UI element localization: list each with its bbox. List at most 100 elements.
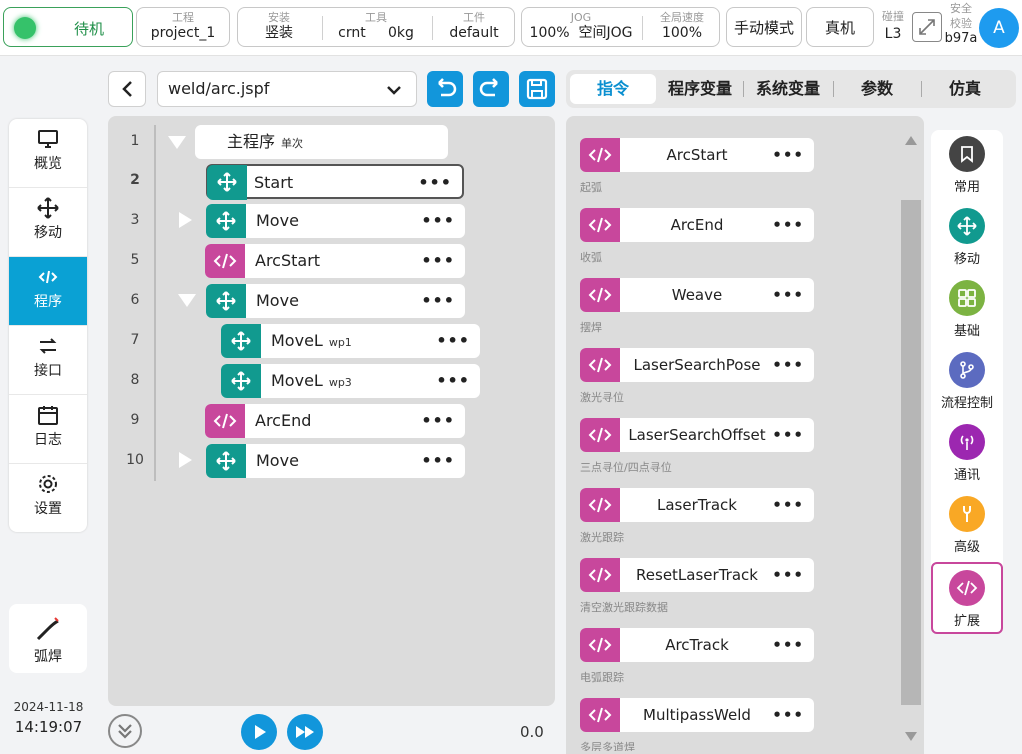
more-icon[interactable]: ••• bbox=[421, 204, 455, 238]
more-icon[interactable]: ••• bbox=[772, 138, 804, 172]
collapse-all-button[interactable] bbox=[108, 714, 142, 748]
command-desc: 摆焊 bbox=[580, 321, 602, 334]
scrollbar-thumb[interactable] bbox=[901, 200, 921, 705]
arc-weld-button[interactable]: 弧焊 bbox=[9, 604, 87, 673]
command-weave[interactable]: Weave ••• bbox=[580, 278, 814, 312]
fast-forward-button[interactable] bbox=[287, 714, 323, 750]
jog-speed: 100% bbox=[529, 25, 570, 41]
more-icon[interactable]: ••• bbox=[772, 628, 804, 662]
more-icon[interactable]: ••• bbox=[772, 208, 804, 242]
panel-tabs: 指令 程序变量 系统变量 参数 仿真 bbox=[566, 70, 1016, 108]
collapse-triangle-icon[interactable] bbox=[178, 294, 196, 307]
undo-button[interactable] bbox=[427, 71, 463, 107]
tab-instructions[interactable]: 指令 bbox=[570, 74, 656, 104]
more-icon[interactable]: ••• bbox=[772, 278, 804, 312]
arcend-block[interactable]: ArcEnd ••• bbox=[205, 404, 465, 438]
more-icon[interactable]: ••• bbox=[418, 166, 452, 200]
tool-pill[interactable]: 安装 竖装 工具 crnt 0kg 工件 default bbox=[237, 7, 515, 47]
command-desc: 多层多道焊 bbox=[580, 741, 635, 751]
sidebar-item-interface[interactable]: 接口 bbox=[9, 326, 87, 395]
back-button[interactable] bbox=[108, 71, 146, 107]
category-extension[interactable]: 扩展 bbox=[931, 562, 1003, 634]
redo-button[interactable] bbox=[473, 71, 509, 107]
more-icon[interactable]: ••• bbox=[421, 404, 455, 438]
block-label: Move bbox=[256, 211, 299, 230]
move-block[interactable]: Move ••• bbox=[206, 444, 465, 478]
sidebar-item-label: 设置 bbox=[34, 501, 62, 517]
sidebar-item-program[interactable]: 程序 bbox=[9, 257, 87, 326]
collapse-triangle-icon[interactable] bbox=[168, 136, 186, 149]
command-arctrack[interactable]: ArcTrack ••• bbox=[580, 628, 814, 662]
tab-parameters[interactable]: 参数 bbox=[834, 74, 920, 104]
sidebar-item-log[interactable]: 日志 bbox=[9, 395, 87, 464]
command-lasersearchoffset[interactable]: LaserSearchOffset ••• bbox=[580, 418, 814, 452]
arcstart-block[interactable]: ArcStart ••• bbox=[205, 244, 465, 278]
block-label: MoveL bbox=[271, 371, 323, 390]
sidebar-item-move[interactable]: 移动 bbox=[9, 188, 87, 257]
sidebar-item-label: 概览 bbox=[34, 156, 62, 172]
swap-icon bbox=[39, 338, 57, 354]
category-basic[interactable]: 基础 bbox=[931, 274, 1003, 344]
command-lasertrack[interactable]: LaserTrack ••• bbox=[580, 488, 814, 522]
movel-block[interactable]: MoveL wp1 ••• bbox=[221, 324, 480, 358]
category-communication[interactable]: 通讯 bbox=[931, 418, 1003, 488]
movel-block[interactable]: MoveL wp3 ••• bbox=[221, 364, 480, 398]
sidebar-item-settings[interactable]: 设置 bbox=[9, 464, 87, 532]
category-label: 移动 bbox=[953, 252, 980, 267]
branch-icon bbox=[949, 352, 985, 388]
save-icon bbox=[526, 78, 548, 100]
move-block[interactable]: Move ••• bbox=[206, 284, 465, 318]
install-label: 安装 bbox=[268, 11, 290, 24]
status-pill[interactable]: 待机 bbox=[3, 7, 133, 47]
command-desc: 三点寻位/四点寻位 bbox=[580, 461, 672, 474]
scroll-up-icon[interactable] bbox=[905, 136, 917, 145]
jog-pill[interactable]: JOG 100% 空间JOG 全局速度 100% bbox=[521, 7, 720, 47]
expand-triangle-icon[interactable] bbox=[179, 452, 192, 468]
command-lasersearchpose[interactable]: LaserSearchPose ••• bbox=[580, 348, 814, 382]
safety-check[interactable]: 安全 校验 b97a bbox=[944, 1, 978, 46]
category-common[interactable]: 常用 bbox=[931, 130, 1003, 200]
more-icon[interactable]: ••• bbox=[421, 284, 455, 318]
more-icon[interactable]: ••• bbox=[421, 244, 455, 278]
real-robot-button[interactable]: 真机 bbox=[806, 7, 874, 47]
command-multipassweld[interactable]: MultipassWeld ••• bbox=[580, 698, 814, 732]
command-arcstart[interactable]: ArcStart ••• bbox=[580, 138, 814, 172]
more-icon[interactable]: ••• bbox=[421, 444, 455, 478]
tab-system-variables[interactable]: 系统变量 bbox=[744, 74, 832, 104]
more-icon[interactable]: ••• bbox=[772, 558, 804, 592]
more-icon[interactable]: ••• bbox=[436, 324, 470, 358]
project-pill[interactable]: 工程 project_1 bbox=[136, 7, 230, 47]
command-resetlasertrack[interactable]: ResetLaserTrack ••• bbox=[580, 558, 814, 592]
tab-simulation[interactable]: 仿真 bbox=[922, 74, 1008, 104]
monitor-icon bbox=[38, 130, 58, 148]
category-label: 流程控制 bbox=[940, 396, 993, 411]
manual-mode-button[interactable]: 手动模式 bbox=[726, 7, 802, 47]
sidebar-item-overview[interactable]: 概览 bbox=[9, 119, 87, 188]
block-label: Move bbox=[256, 451, 299, 470]
main-program-block[interactable]: 主程序 单次 bbox=[195, 125, 448, 159]
more-icon[interactable]: ••• bbox=[436, 364, 470, 398]
file-select[interactable]: weld/arc.jspf bbox=[157, 71, 417, 107]
play-button[interactable] bbox=[241, 714, 277, 750]
command-name: LaserSearchPose bbox=[633, 356, 761, 374]
more-icon[interactable]: ••• bbox=[772, 698, 804, 732]
save-button[interactable] bbox=[519, 71, 555, 107]
more-icon[interactable]: ••• bbox=[772, 418, 804, 452]
scroll-down-icon[interactable] bbox=[905, 732, 917, 741]
move-block[interactable]: Move ••• bbox=[206, 204, 465, 238]
more-icon[interactable]: ••• bbox=[772, 348, 804, 382]
start-block[interactable]: Start ••• bbox=[206, 164, 464, 200]
tab-program-variables[interactable]: 程序变量 bbox=[658, 74, 742, 104]
avatar[interactable]: A bbox=[979, 8, 1019, 48]
expand-triangle-icon[interactable] bbox=[179, 212, 192, 228]
tool-value: crnt bbox=[338, 25, 366, 41]
command-arcend[interactable]: ArcEnd ••• bbox=[580, 208, 814, 242]
category-move[interactable]: 移动 bbox=[931, 202, 1003, 272]
category-advanced[interactable]: 高级 bbox=[931, 490, 1003, 560]
category-flow-control[interactable]: 流程控制 bbox=[931, 346, 1003, 416]
collision-indicator[interactable]: 碰撞 L3 bbox=[878, 8, 908, 42]
move-icon bbox=[206, 284, 246, 318]
fullscreen-icon[interactable] bbox=[912, 12, 942, 42]
workpiece-label: 工件 bbox=[463, 11, 485, 24]
more-icon[interactable]: ••• bbox=[772, 488, 804, 522]
